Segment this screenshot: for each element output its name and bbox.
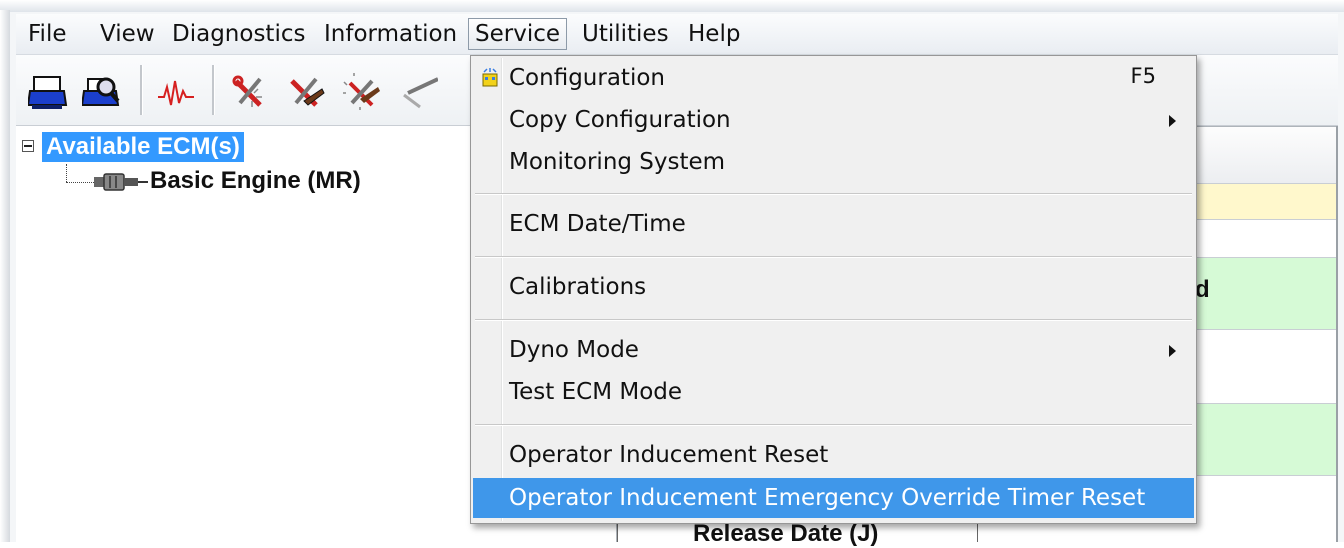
release-date-label: Release Date (J) <box>693 520 879 547</box>
menu-item-test-ecm-mode[interactable]: Test ECM Mode <box>473 372 1194 412</box>
toolbar-separator <box>140 65 143 115</box>
ecm-connector-icon <box>94 173 148 191</box>
tree-root-available-ecms[interactable]: Available ECM(s) <box>42 132 244 162</box>
tool-sparkle-icon[interactable] <box>342 73 382 113</box>
menu-item-dyno-mode[interactable]: Dyno Mode <box>473 330 1194 370</box>
shortcut-label: F5 <box>1130 64 1156 88</box>
menu-item-label: Test ECM Mode <box>509 379 683 405</box>
menu-item-configuration[interactable]: Configuration F5 <box>473 58 1194 98</box>
menu-diagnostics[interactable]: Diagnostics <box>166 18 311 50</box>
menu-item-label: Operator Inducement Reset <box>509 442 829 468</box>
menu-separator <box>475 319 1192 321</box>
menu-item-label: Operator Inducement Emergency Override T… <box>509 485 1146 511</box>
menu-item-calibrations[interactable]: Calibrations <box>473 267 1194 307</box>
menu-separator <box>475 424 1192 426</box>
menu-item-monitoring-system[interactable]: Monitoring System <box>473 142 1194 182</box>
submenu-arrow-icon <box>1169 345 1176 357</box>
app-window: File View Diagnostics Information Servic… <box>0 0 1344 547</box>
menu-view[interactable]: View <box>94 18 161 50</box>
menu-bar: File View Diagnostics Information Servic… <box>16 14 1338 55</box>
tree-item-basic-engine[interactable]: Basic Engine (MR) <box>150 166 361 196</box>
details-row-text-fragment: d <box>1195 276 1210 303</box>
menu-item-label: ECM Date/Time <box>509 211 686 237</box>
tool-partial-icon[interactable] <box>398 73 438 113</box>
configuration-icon <box>482 68 498 87</box>
tree-connector <box>66 164 68 182</box>
tool-icon[interactable] <box>230 73 270 113</box>
menu-item-ecm-date-time[interactable]: ECM Date/Time <box>473 204 1194 244</box>
menu-item-operator-inducement-override-timer-reset[interactable]: Operator Inducement Emergency Override T… <box>473 478 1194 518</box>
menu-service[interactable]: Service <box>468 18 568 50</box>
submenu-arrow-icon <box>1169 115 1176 127</box>
menu-item-label: Monitoring System <box>509 149 726 175</box>
menu-item-operator-inducement-reset[interactable]: Operator Inducement Reset <box>473 435 1194 475</box>
menu-separator <box>475 256 1192 258</box>
service-dropdown-menu: Configuration F5 Copy Configuration Moni… <box>470 55 1197 524</box>
menu-item-label: Copy Configuration <box>509 107 731 133</box>
tree-connector <box>66 182 94 184</box>
window-right-border <box>1336 126 1338 542</box>
print-preview-icon[interactable] <box>82 73 122 113</box>
menu-utilities[interactable]: Utilities <box>576 18 675 50</box>
toolbar-separator <box>212 65 215 115</box>
menu-help[interactable]: Help <box>682 18 746 50</box>
menu-item-label: Configuration <box>509 65 665 91</box>
menu-separator <box>475 193 1192 195</box>
menu-item-copy-configuration[interactable]: Copy Configuration <box>473 100 1194 140</box>
waveform-icon[interactable] <box>156 73 196 113</box>
menu-item-label: Dyno Mode <box>509 337 639 363</box>
tool-edit-icon[interactable] <box>286 73 326 113</box>
print-icon[interactable] <box>28 73 68 113</box>
menu-item-label: Calibrations <box>509 274 647 300</box>
menu-file[interactable]: File <box>22 18 73 50</box>
window-left-edge <box>0 10 10 542</box>
menu-information[interactable]: Information <box>318 18 463 50</box>
window-top-edge <box>0 0 1344 12</box>
tree-collapse-icon[interactable] <box>22 140 34 152</box>
